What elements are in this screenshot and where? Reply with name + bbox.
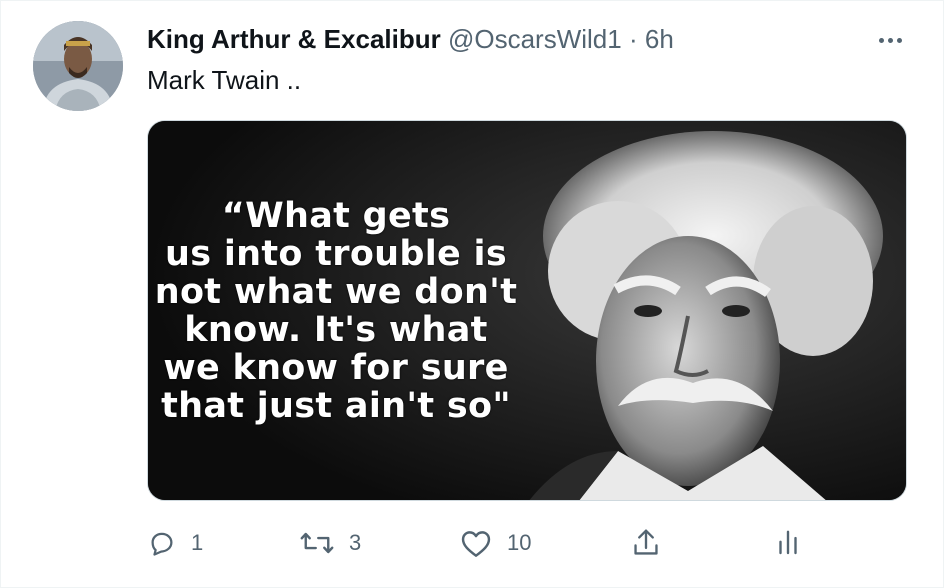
avatar-image: [33, 21, 123, 111]
tweet-media-image[interactable]: “What gets us into trouble is not what w…: [147, 120, 907, 501]
tweet-text: Mark Twain ..: [147, 65, 302, 95]
avatar[interactable]: [33, 21, 123, 111]
retweet-count: 3: [349, 530, 362, 555]
user-handle[interactable]: @OscarsWild1: [448, 24, 622, 54]
share-button[interactable]: [631, 523, 661, 563]
quote-line: “What gets: [221, 196, 451, 236]
tweet-card[interactable]: King Arthur & Excalibur @OscarsWild1 · 6…: [0, 0, 944, 588]
display-name[interactable]: King Arthur & Excalibur: [147, 24, 441, 54]
like-icon: [461, 531, 491, 557]
quote-line: not what we don't: [154, 272, 518, 312]
more-icon[interactable]: [873, 25, 907, 55]
analytics-icon: [779, 530, 797, 555]
quote-line: that just ain't so": [161, 386, 511, 426]
action-bar: 1 3 10: [147, 523, 847, 563]
timestamp[interactable]: 6h: [645, 24, 674, 54]
retweet-icon: [300, 532, 334, 554]
reply-count: 1: [191, 530, 204, 555]
analytics-button[interactable]: [775, 523, 801, 563]
reply-icon: [151, 532, 173, 556]
like-button[interactable]: 10: [459, 523, 531, 563]
share-icon: [634, 529, 658, 555]
retweet-button[interactable]: 3: [299, 523, 361, 563]
quote-text: “What gets us into trouble is not what w…: [148, 197, 524, 425]
quote-line: know. It's what: [184, 310, 488, 350]
quote-line: us into trouble is: [165, 234, 507, 274]
quote-line: we know for sure: [163, 348, 509, 388]
separator-dot: ·: [628, 24, 638, 54]
reply-button[interactable]: 1: [147, 523, 203, 563]
tweet-header: King Arthur & Excalibur @OscarsWild1 · 6…: [147, 23, 674, 55]
like-count: 10: [507, 530, 532, 555]
